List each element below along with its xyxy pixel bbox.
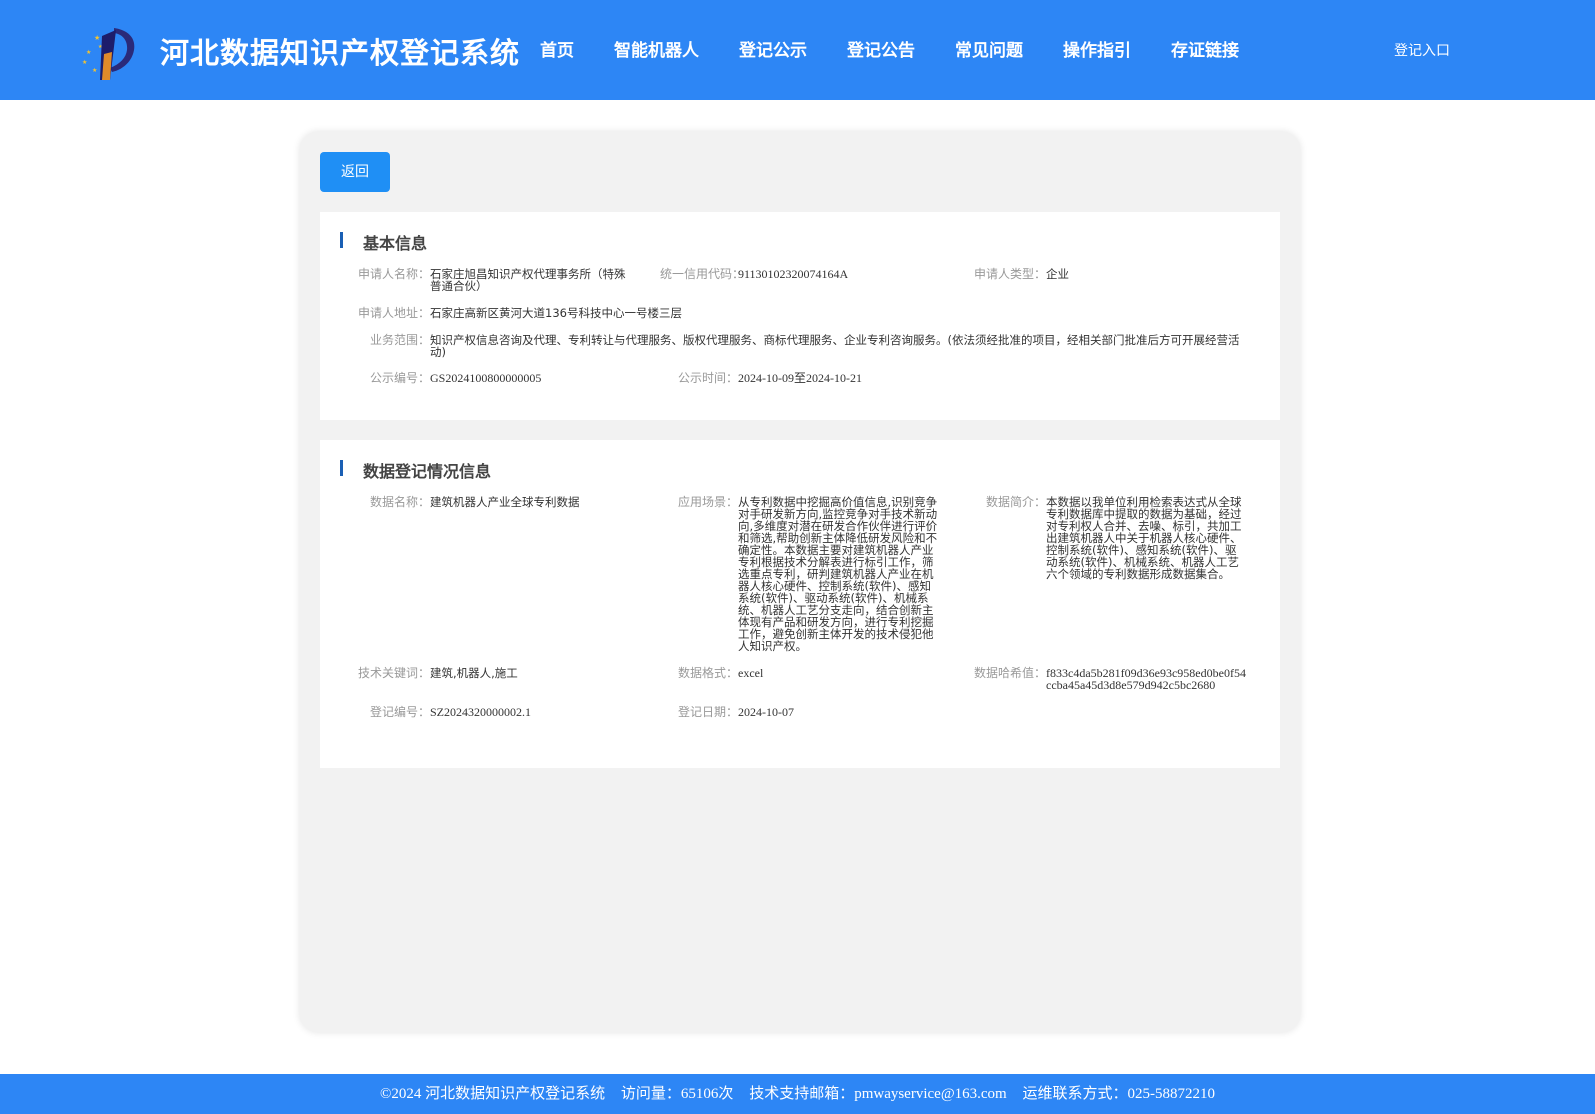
- field-label: 业务范围：: [369, 333, 430, 347]
- section-marker: [340, 232, 343, 248]
- field-value: f833c4da5b281f09d36e93c958ed0be0f54ccba4…: [1046, 666, 1246, 692]
- svg-text:★: ★: [94, 34, 100, 42]
- field-value: 2024-10-07: [738, 705, 794, 719]
- field-label: 申请人类型：: [973, 267, 1046, 281]
- field-label: 登记编号：: [369, 705, 430, 719]
- field-label: 数据哈希值：: [973, 666, 1046, 680]
- nav-evidence-link[interactable]: 存证链接: [1171, 36, 1239, 61]
- svg-text:★: ★: [92, 67, 97, 74]
- nav-faq[interactable]: 常见问题: [955, 36, 1023, 61]
- field-label: 数据简介：: [985, 495, 1046, 509]
- field-label: 公示时间：: [677, 371, 738, 385]
- field-value: 2024-10-09至2024-10-21: [738, 371, 862, 385]
- site-title: 河北数据知识产权登记系统: [160, 36, 521, 70]
- footer-phone: 运维联系方式：025-58872210: [1022, 1086, 1215, 1102]
- section-marker: [340, 460, 343, 476]
- field-label: 数据格式：: [677, 666, 738, 680]
- footer-copyright: ©2024 河北数据知识产权登记系统: [380, 1086, 606, 1102]
- field-label: 应用场景：: [677, 495, 738, 509]
- field-value: 知识产权信息咨询及代理、专利转让与代理服务、版权代理服务、商标代理服务、企业专利…: [430, 333, 1240, 359]
- data-registration-card: 数据登记情况信息 数据名称： 建筑机器人产业全球专利数据 应用场景： 从专利数据…: [320, 440, 1280, 768]
- footer-email: 技术支持邮箱：pmwayservice@163.com: [749, 1086, 1007, 1102]
- footer-visits: 访问量：65106次: [620, 1086, 734, 1102]
- login-link[interactable]: 登记入口: [1394, 40, 1450, 60]
- detail-panel: 返回 基本信息 申请人名称： 石家庄旭昌知识产权代理事务所（特殊普通合伙） 统一…: [300, 132, 1300, 1032]
- field-label: 登记日期：: [677, 705, 738, 719]
- field-value: 石家庄旭昌知识产权代理事务所（特殊普通合伙）: [430, 267, 626, 293]
- field-value: 建筑机器人产业全球专利数据: [430, 495, 580, 509]
- svg-text:★: ★: [82, 59, 87, 66]
- page-footer: ©2024 河北数据知识产权登记系统 访问量：65106次 技术支持邮箱：pmw…: [0, 1074, 1595, 1114]
- site-logo-icon: ★ ★ ★ ★ ★: [82, 28, 135, 80]
- field-label: 技术关键词：: [358, 666, 431, 680]
- top-header: ★ ★ ★ ★ ★ 河北数据知识产权登记系统 首页 智能机器人 登记公示 登记公…: [0, 0, 1595, 100]
- nav-publicity[interactable]: 登记公示: [739, 36, 807, 61]
- field-label: 申请人名称：: [358, 267, 431, 281]
- field-value: 企业: [1046, 267, 1069, 281]
- nav-robot[interactable]: 智能机器人: [614, 36, 699, 61]
- field-value: 建筑,机器人,施工: [430, 666, 518, 680]
- field-value: 91130102320074164A: [738, 267, 849, 281]
- field-value: SZ2024320000002.1: [430, 705, 532, 719]
- field-value: 从专利数据中挖掘高价值信息,识别竞争对手研发新方向,监控竞争对手技术新动向,多维…: [738, 495, 938, 653]
- field-value: excel: [738, 666, 764, 680]
- svg-text:★: ★: [98, 44, 103, 50]
- field-value: 石家庄高新区黄河大道136号科技中心一号楼三层: [430, 306, 682, 320]
- field-value: 本数据以我单位利用检索表达式从全球专利数据库中提取的数据为基础，经过对专利权人合…: [1046, 495, 1242, 581]
- nav-guide[interactable]: 操作指引: [1063, 36, 1131, 61]
- section-title: 基本信息: [363, 234, 428, 253]
- svg-text:★: ★: [86, 49, 91, 56]
- field-label: 数据名称：: [369, 495, 430, 509]
- back-button[interactable]: 返回: [320, 152, 390, 192]
- nav-announcement[interactable]: 登记公告: [847, 36, 915, 61]
- basic-info-card: 基本信息 申请人名称： 石家庄旭昌知识产权代理事务所（特殊普通合伙） 统一信用代…: [320, 212, 1280, 420]
- field-label: 申请人地址：: [358, 306, 431, 320]
- field-value: GS2024100800000005: [430, 371, 542, 385]
- field-label: 公示编号：: [369, 371, 430, 385]
- field-label: 统一信用代码：: [660, 267, 745, 281]
- nav-home[interactable]: 首页: [540, 36, 574, 61]
- section-title: 数据登记情况信息: [363, 462, 492, 481]
